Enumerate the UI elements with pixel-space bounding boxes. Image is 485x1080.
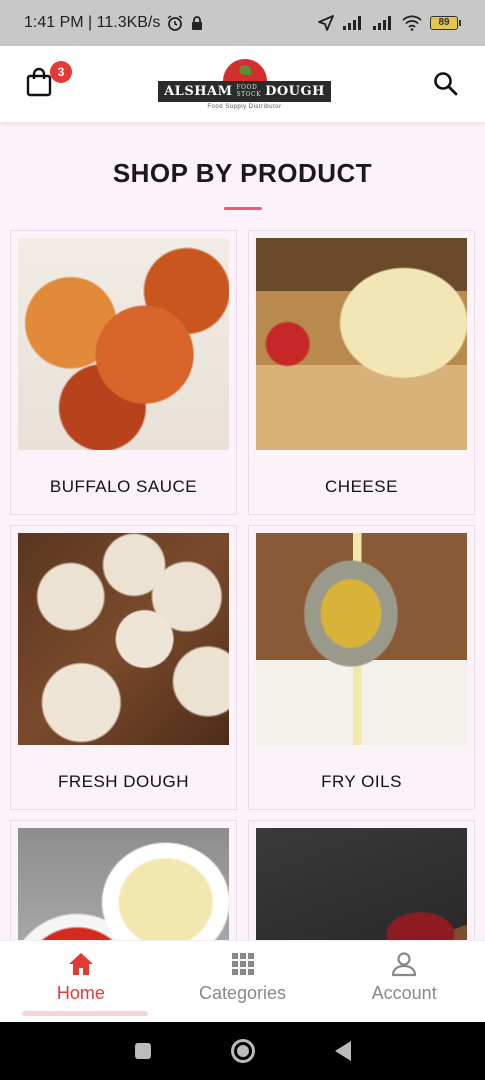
product-image-cheese (256, 238, 467, 450)
signal-icon (343, 16, 361, 30)
title-underline (223, 207, 262, 210)
app-header: 3 ALSHAM FOOD STOCK DOUGH Food Supply Di… (0, 46, 485, 122)
cart-button[interactable]: 3 (26, 61, 72, 101)
home-icon (68, 953, 93, 975)
home-button-icon[interactable] (230, 1039, 255, 1063)
signal-icon (373, 16, 391, 30)
nav-account-label: Account (371, 983, 437, 1003)
product-image-fry-oils (256, 533, 467, 745)
product-card[interactable]: BUFFALO SAUCE (10, 230, 237, 515)
status-time: 1:41 PM | 11.3KB/s (24, 14, 161, 31)
product-card[interactable]: CHEESE (248, 230, 475, 515)
search-icon[interactable] (433, 71, 459, 97)
battery-icon: 89 (430, 16, 461, 30)
section-title: SHOP BY PRODUCT (112, 158, 373, 188)
nav-home[interactable]: Home (0, 941, 162, 1022)
logo-emblem (222, 58, 267, 81)
wifi-icon (402, 15, 422, 31)
product-image-fresh-dough (18, 533, 229, 745)
cart-badge: 3 (50, 61, 72, 83)
product-grid: BUFFALO SAUCE CHEESE FRESH DOUGH FRY OIL… (10, 230, 475, 940)
person-icon (392, 952, 417, 977)
main-content[interactable]: SHOP BY PRODUCT BUFFALO SAUCE CHEESE FRE… (0, 122, 485, 940)
logo-mid-text: FOOD STOCK (236, 84, 262, 98)
recents-icon[interactable] (134, 1043, 151, 1059)
product-label: FRY OILS (321, 772, 402, 791)
product-card[interactable]: FRESH DOUGH (10, 525, 237, 810)
bottom-nav: Home Categories Account (0, 940, 485, 1022)
product-card[interactable] (248, 820, 475, 940)
product-label: FRESH DOUGH (57, 772, 190, 791)
product-card[interactable]: FRY OILS (248, 525, 475, 810)
brand-logo[interactable]: ALSHAM FOOD STOCK DOUGH Food Supply Dist… (158, 58, 331, 110)
location-icon (318, 15, 334, 31)
nav-account[interactable]: Account (323, 941, 485, 1022)
battery-level: 89 (430, 16, 458, 30)
product-card[interactable] (10, 820, 237, 940)
logo-right-text: DOUGH (265, 83, 325, 99)
shopping-bag-icon (26, 67, 52, 97)
nav-home-label: Home (56, 983, 105, 1003)
back-icon[interactable] (334, 1041, 351, 1061)
product-label: BUFFALO SAUCE (49, 477, 198, 496)
status-left: 1:41 PM | 11.3KB/s (24, 14, 204, 32)
product-label: CHEESE (325, 477, 398, 496)
status-right: 89 (318, 15, 461, 31)
alarm-icon (167, 15, 183, 31)
active-indicator (22, 1011, 148, 1016)
logo-wordmark: ALSHAM FOOD STOCK DOUGH (158, 80, 331, 102)
system-nav-bar (0, 1022, 485, 1080)
product-image-buffalo-sauce (18, 238, 229, 450)
lock-icon (192, 16, 203, 30)
nav-categories[interactable]: Categories (162, 941, 324, 1022)
status-bar: 1:41 PM | 11.3KB/s 89 (0, 0, 485, 46)
grid-icon (231, 953, 254, 975)
product-image-sauces (18, 828, 229, 940)
product-image-meat (256, 828, 467, 940)
logo-left-text: ALSHAM (164, 83, 233, 99)
nav-categories-label: Categories (198, 983, 287, 1003)
logo-tagline: Food Supply Distributor (207, 103, 282, 110)
